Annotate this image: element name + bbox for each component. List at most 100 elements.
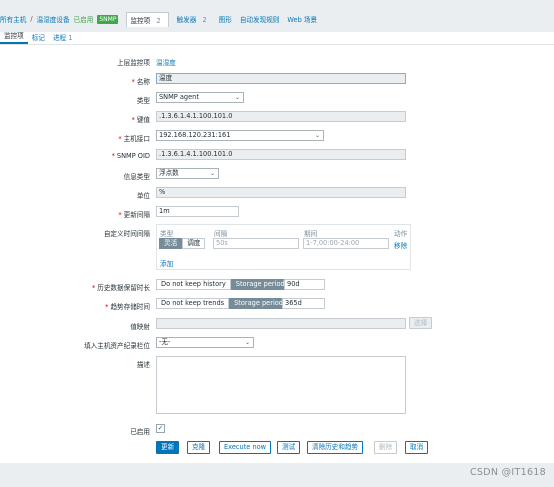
required-mark: * [131,78,135,86]
history-label-text: 历史数据保留时长 [97,284,150,292]
name-label: * 名称 [0,76,150,86]
breadcrumb-host[interactable]: 温湿度设备 [37,14,70,24]
subtab-tags[interactable]: 标记 [28,32,49,44]
execute-now-button[interactable]: Execute now [219,441,272,454]
units-field[interactable]: % [156,187,406,198]
flex-type-toggle: 灵活 调度 [159,238,206,249]
history-toggle: Do not keep history Storage period [156,279,290,290]
tab-discovery[interactable]: 自动发现规则 [240,14,280,24]
footer: CSDN @IT1618 [0,463,554,487]
interval-label: * 更新间隔 [0,209,150,219]
inventory-select[interactable]: -无- ⌄ [156,337,254,348]
tab-items-label: 监控项 [130,16,151,25]
trends-no-keep-option[interactable]: Do not keep trends [156,298,230,309]
interface-label-text: 主机接口 [123,135,150,143]
delete-button[interactable]: 删除 [374,441,398,454]
type-label: 类型 [136,97,150,105]
col-action: 动作 [394,230,408,238]
history-storage-option[interactable]: Storage period [230,279,290,290]
update-button[interactable]: 更新 [156,441,180,454]
breadcrumb: 所有主机 / 温湿度设备 已启用 SNMP 监控项 2 触发器 2 图形 自动发… [0,11,321,27]
required-mark: * [131,116,135,124]
cancel-button[interactable]: 取消 [405,441,429,454]
required-mark: * [91,284,96,292]
required-mark: * [118,211,122,219]
oid-label-text: SNMP OID [116,152,150,160]
interface-select[interactable]: 192.168.120.231:161 ⌄ [156,130,324,141]
info-type-select[interactable]: 浮点数 ⌄ [156,168,219,179]
breadcrumb-separator: / [30,15,33,23]
interface-label: * 主机接口 [0,133,150,143]
chevron-down-icon: ⌄ [244,339,250,346]
custom-intervals-label: 自定义时间间隔 [103,230,150,238]
name-label-text: 名称 [136,78,150,86]
description-textarea[interactable] [156,356,406,414]
scheduling-option[interactable]: 调度 [182,238,206,249]
interval-label-text: 更新间隔 [123,211,150,219]
trends-field[interactable]: 365d [282,298,325,309]
type-select[interactable]: SNMP agent ⌄ [156,92,244,103]
subtab-preprocessing[interactable]: 进程 1 [49,32,77,44]
breadcrumb-all-hosts[interactable]: 所有主机 [0,14,26,24]
remove-link[interactable]: 移除 [394,240,407,250]
custom-period-input[interactable]: 1-7,00:00-24:00 [303,238,389,249]
add-link[interactable]: 添加 [160,258,173,268]
top-bar: 所有主机 / 温湿度设备 已启用 SNMP 监控项 2 触发器 2 图形 自动发… [0,0,554,32]
history-no-keep-option[interactable]: Do not keep history [156,279,231,290]
tab-triggers-label: 触发器 [176,16,197,24]
required-mark: * [118,135,122,143]
tab-triggers[interactable]: 触发器 2 [177,14,211,24]
col-period: 期间 [304,230,318,238]
check-icon: ✓ [157,424,164,432]
enabled-checkbox[interactable]: ✓ [156,424,165,433]
interface-select-value: 192.168.120.231:161 [159,131,231,139]
required-mark: * [105,303,109,311]
tab-graphs[interactable]: 图形 [219,14,232,24]
tab-web[interactable]: Web 场景 [287,14,317,24]
tab-items-count: 2 [156,16,161,25]
interval-field[interactable]: 1m [156,206,239,217]
valuemap-select-button[interactable]: 选择 [409,317,433,329]
subtab-preprocessing-label: 进程 [52,34,67,42]
info-type-label: 信息类型 [123,173,150,181]
clear-history-button[interactable]: 清除历史和趋势 [307,441,364,454]
key-label: * 键值 [0,114,150,124]
test-button[interactable]: 测试 [277,441,301,454]
trends-toggle: Do not keep trends Storage period [156,298,288,309]
parent-item-label: 上层监控项 [117,59,150,67]
inventory-label: 填入主机资产纪录栏位 [84,342,150,350]
custom-interval-input[interactable]: 50s [213,238,299,249]
required-mark: * [111,152,115,160]
key-label-text: 键值 [136,116,150,124]
form-tabs: 监控项 标记 进程 1 [0,32,554,45]
description-label: 描述 [136,361,150,369]
inventory-select-value: -无- [159,338,171,346]
clone-button[interactable]: 克隆 [187,441,211,454]
trends-label: * 趋势存储时间 [0,301,150,311]
chevron-down-icon: ⌄ [209,170,215,177]
history-field[interactable]: 90d [284,279,325,290]
units-label: 单位 [136,192,150,200]
col-interval: 间隔 [214,230,228,238]
tab-items[interactable]: 监控项 2 [126,11,169,27]
watermark: CSDN @IT1618 [470,467,546,478]
trends-storage-option[interactable]: Storage period [229,298,288,309]
oid-field[interactable]: .1.3.6.1.4.1.100.101.0 [156,149,406,160]
col-type: 类型 [160,230,174,238]
parent-item-link[interactable]: 温湿度 [156,57,176,67]
chevron-down-icon: ⌄ [234,94,240,101]
enabled-label: 已启用 [130,428,150,436]
info-type-select-value: 浮点数 [159,169,179,177]
subtab-item[interactable]: 监控项 [0,30,28,44]
trends-label-text: 趋势存储时间 [110,303,150,311]
valuemap-label: 值映射 [130,323,150,331]
valuemap-field[interactable] [156,318,406,329]
host-status: 已启用 [73,16,94,24]
key-field[interactable]: .1.3.6.1.4.1.100.101.0 [156,111,406,122]
custom-intervals-table: 类型 间隔 期间 动作 灵活 调度 50s 1-7,00:00-24:00 移除 … [156,224,411,270]
history-label: * 历史数据保留时长 [0,282,150,292]
snmp-badge: SNMP [97,14,119,24]
oid-label: * SNMP OID [0,152,150,160]
flexible-option[interactable]: 灵活 [159,238,183,249]
name-field[interactable]: 温度 [156,73,406,84]
